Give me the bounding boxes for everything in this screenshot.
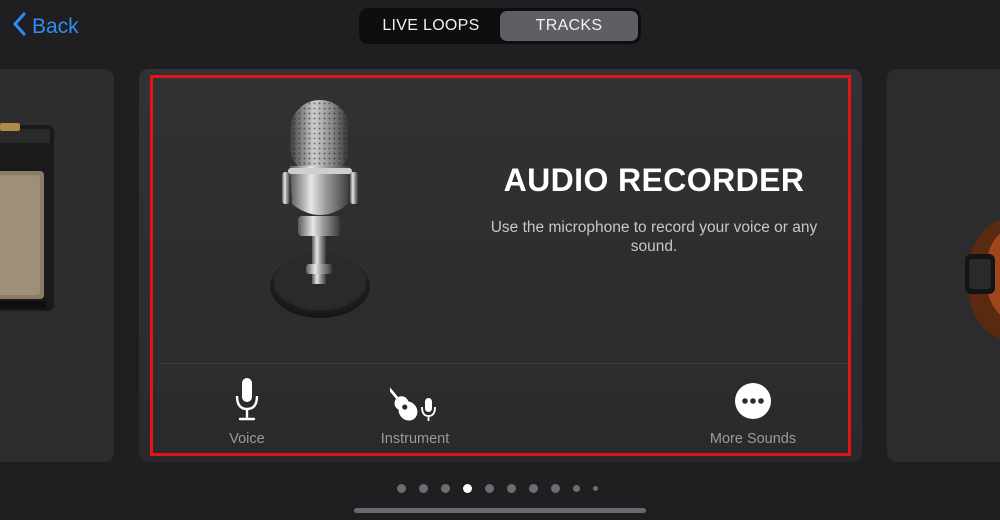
- more-ellipsis-icon: [730, 376, 776, 427]
- microphone-illustration: [262, 96, 382, 331]
- more-sounds-label: More Sounds: [709, 431, 797, 447]
- voice-option[interactable]: Voice: [222, 376, 272, 447]
- page-dot[interactable]: [593, 486, 598, 491]
- instrument-image: [965, 219, 1000, 339]
- microphone-icon: [234, 376, 260, 427]
- instrument-label: Instrument: [380, 431, 450, 447]
- guitar-with-mic-icon: [378, 376, 440, 427]
- page-indicator[interactable]: [397, 484, 598, 493]
- page-dot-current[interactable]: [463, 484, 472, 493]
- options-divider: [160, 363, 850, 364]
- previous-instrument-card[interactable]: [0, 69, 114, 462]
- tab-tracks[interactable]: TRACKS: [500, 11, 638, 41]
- tab-live-loops[interactable]: LIVE LOOPS: [362, 11, 500, 41]
- page-dot[interactable]: [441, 484, 450, 493]
- page-dot[interactable]: [507, 484, 516, 493]
- page-dot[interactable]: [529, 484, 538, 493]
- page-dot[interactable]: [485, 484, 494, 493]
- back-button[interactable]: Back: [12, 12, 79, 41]
- page-dot[interactable]: [419, 484, 428, 493]
- page-dot[interactable]: [573, 485, 580, 492]
- page-dot[interactable]: [551, 484, 560, 493]
- amplifier-image: [0, 123, 54, 311]
- back-label: Back: [32, 14, 79, 38]
- card-description: Use the microphone to record your voice …: [490, 219, 818, 255]
- view-segmented-control[interactable]: LIVE LOOPS TRACKS: [359, 8, 641, 44]
- page-dot[interactable]: [397, 484, 406, 493]
- instrument-option[interactable]: Instrument: [372, 376, 458, 447]
- voice-label: Voice: [229, 431, 265, 447]
- more-sounds-option[interactable]: More Sounds: [703, 376, 803, 447]
- home-indicator[interactable]: [354, 508, 646, 513]
- chevron-left-icon: [12, 12, 26, 41]
- next-instrument-card[interactable]: [887, 69, 1000, 462]
- card-title: AUDIO RECORDER: [503, 162, 805, 198]
